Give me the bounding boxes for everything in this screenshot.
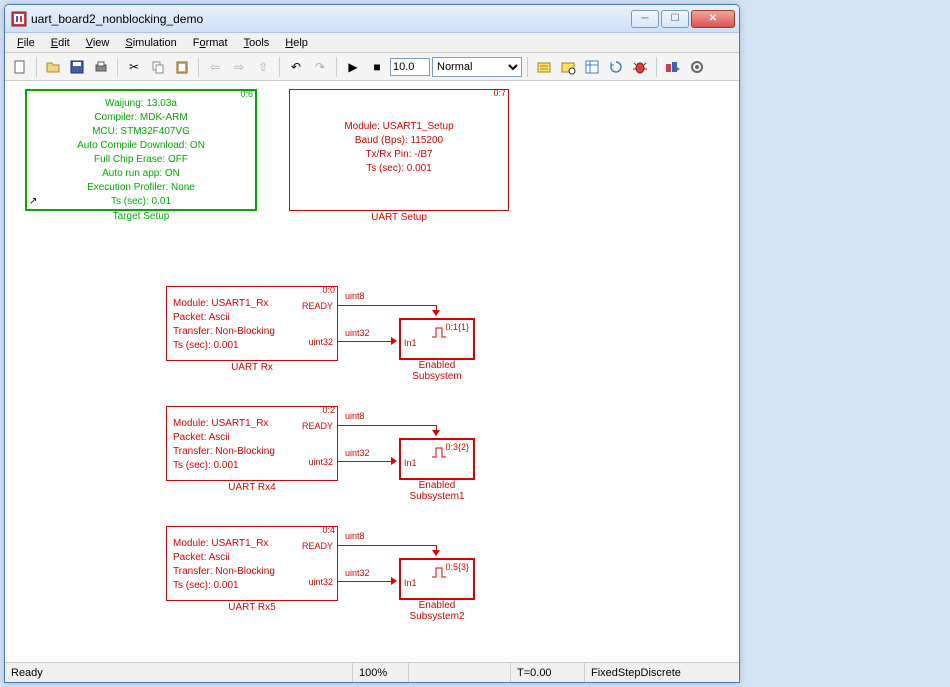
minimize-button[interactable]: ─: [631, 10, 659, 28]
pulse-icon: [431, 326, 449, 338]
menu-edit[interactable]: Edit: [43, 35, 78, 51]
app-window: uart_board2_nonblocking_demo ─ ☐ ✕ File …: [4, 4, 740, 683]
block-tag: 0:6: [240, 89, 253, 99]
open-button[interactable]: [42, 56, 64, 78]
block-uart-rx5[interactable]: 0:4 Module: USART1_RxPacket: AsciiTransf…: [166, 526, 338, 601]
save-button[interactable]: [66, 56, 88, 78]
menu-help[interactable]: Help: [277, 35, 316, 51]
model-explorer-button[interactable]: [581, 56, 603, 78]
maximize-button[interactable]: ☐: [661, 10, 689, 28]
signal-wire: [338, 305, 436, 306]
library-browser-button[interactable]: [662, 56, 684, 78]
refresh-button[interactable]: [605, 56, 627, 78]
status-ready: Ready: [5, 663, 353, 682]
copy-button[interactable]: [147, 56, 169, 78]
block-enabled-subsystem1[interactable]: 0:3{2} In1 Enabled Subsystem1: [399, 438, 475, 480]
status-blank: [409, 663, 511, 682]
pulse-icon: [431, 566, 449, 578]
model-canvas[interactable]: 0:6 Waijung: 13.03a Compiler: MDK-ARM MC…: [5, 81, 739, 662]
menubar: File Edit View Simulation Format Tools H…: [5, 33, 739, 53]
menu-format[interactable]: Format: [185, 35, 236, 51]
menu-tools[interactable]: Tools: [236, 35, 278, 51]
redo-button[interactable]: ↷: [309, 56, 331, 78]
paste-button[interactable]: [171, 56, 193, 78]
up-button[interactable]: ⇧: [252, 56, 274, 78]
toolbar-separator: [36, 57, 37, 77]
new-button[interactable]: [9, 56, 31, 78]
window-title: uart_board2_nonblocking_demo: [31, 12, 631, 26]
toolbar-separator: [527, 57, 528, 77]
toolbar-separator: [656, 57, 657, 77]
back-button[interactable]: ⇦: [204, 56, 226, 78]
pulse-icon: [431, 446, 449, 458]
close-button[interactable]: ✕: [691, 10, 735, 28]
menu-simulation[interactable]: Simulation: [117, 35, 184, 51]
model-config-button[interactable]: [686, 56, 708, 78]
sim-mode-select[interactable]: Normal: [432, 57, 522, 77]
block-uart-rx[interactable]: 0:0 Module: USART1_RxPacket: AsciiTransf…: [166, 286, 338, 361]
forward-button[interactable]: ⇨: [228, 56, 250, 78]
block-uart-setup[interactable]: 0:7 Module: USART1_Setup Baud (Bps): 115…: [289, 89, 509, 211]
block-enabled-subsystem2[interactable]: 0:5{3} In1 Enabled Subsystem2: [399, 558, 475, 600]
block-label: Target Setup: [27, 211, 255, 222]
stoptime-input[interactable]: [390, 58, 430, 76]
block-text: Waijung: 13.03a Compiler: MDK-ARM MCU: S…: [27, 91, 255, 215]
statusbar: Ready 100% T=0.00 FixedStepDiscrete: [5, 662, 739, 682]
incremental-build-button[interactable]: [557, 56, 579, 78]
toolbar-separator: [336, 57, 337, 77]
menu-view[interactable]: View: [78, 35, 118, 51]
toolbar-separator: [117, 57, 118, 77]
status-time: T=0.00: [511, 663, 585, 682]
status-solver: FixedStepDiscrete: [585, 663, 739, 682]
block-target-setup[interactable]: 0:6 Waijung: 13.03a Compiler: MDK-ARM MC…: [25, 89, 257, 211]
build-button[interactable]: [533, 56, 555, 78]
block-tag: 0:7: [493, 88, 506, 98]
block-uart-rx4[interactable]: 0:2 Module: USART1_RxPacket: AsciiTransf…: [166, 406, 338, 481]
link-icon: ↗: [29, 196, 37, 207]
cut-button[interactable]: ✂: [123, 56, 145, 78]
toolbar-separator: [198, 57, 199, 77]
print-button[interactable]: [90, 56, 112, 78]
debug-button[interactable]: [629, 56, 651, 78]
status-zoom: 100%: [353, 663, 409, 682]
block-label: UART Setup: [290, 212, 508, 223]
app-icon: [11, 11, 27, 27]
titlebar[interactable]: uart_board2_nonblocking_demo ─ ☐ ✕: [5, 5, 739, 33]
undo-button[interactable]: ↶: [285, 56, 307, 78]
stop-button[interactable]: ■: [366, 56, 388, 78]
play-button[interactable]: ▶: [342, 56, 364, 78]
menu-file[interactable]: File: [9, 35, 43, 51]
toolbar-separator: [279, 57, 280, 77]
signal-wire: [338, 341, 393, 342]
block-enabled-subsystem[interactable]: 0:1{1} In1 Enabled Subsystem: [399, 318, 475, 360]
block-text: Module: USART1_Setup Baud (Bps): 115200 …: [290, 90, 508, 182]
toolbar: ✂ ⇦ ⇨ ⇧ ↶ ↷ ▶ ■ Normal: [5, 53, 739, 81]
